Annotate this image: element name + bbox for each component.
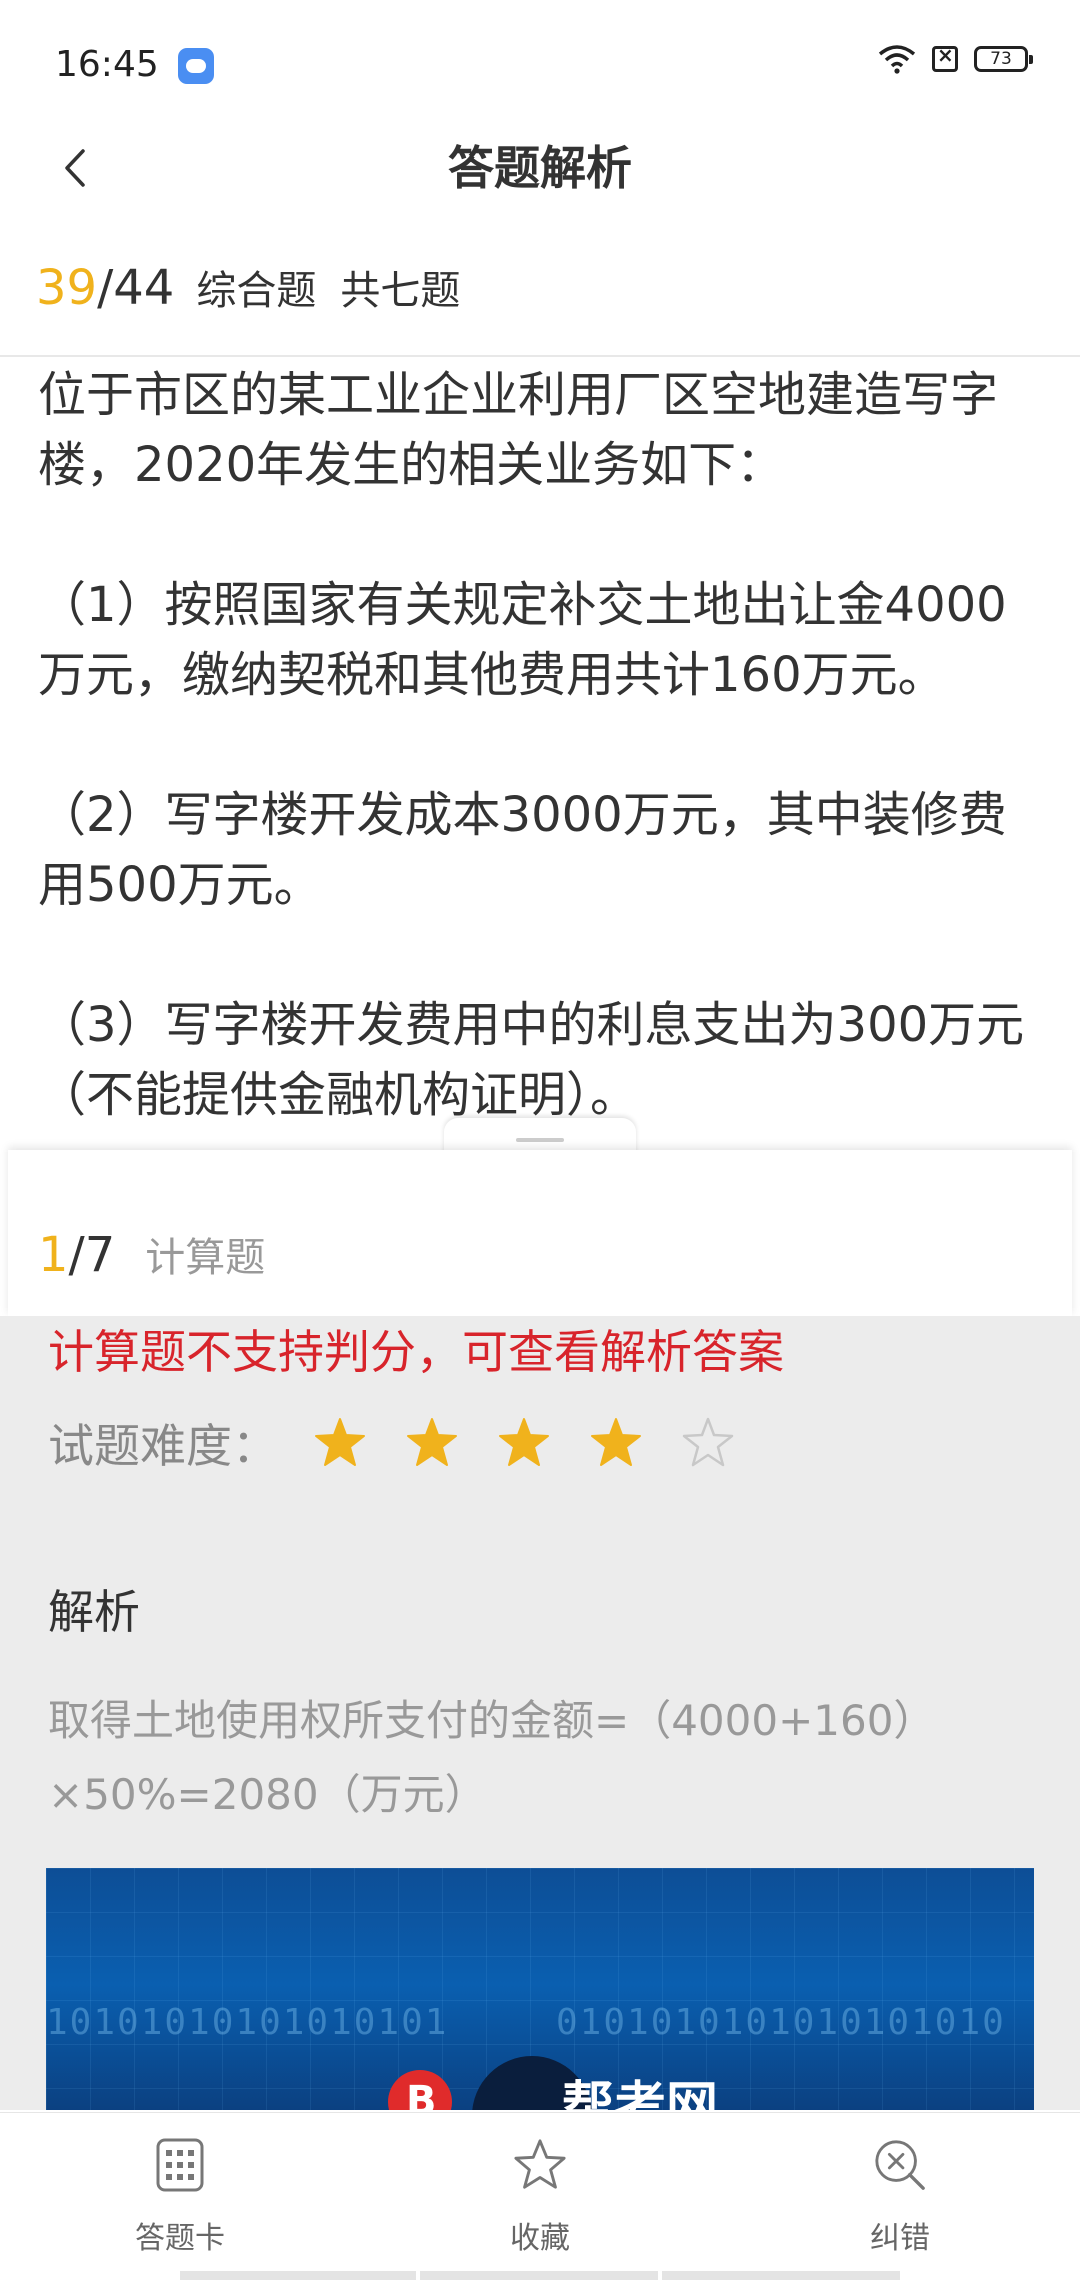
question-type: 综合题 [196,268,317,314]
difficulty-row: 试题难度： [48,1410,734,1476]
status-bar: 16:45 73 [0,0,1080,130]
promo-banner[interactable]: 10101010101010101 0101010101010101010 帮考… [46,1868,1034,2110]
sub-question-progress: 1 /7 计算题 [38,1225,265,1283]
analysis-text: 取得土地使用权所支付的金额=（4000+160）×50%=2080（万元） [48,1696,936,1819]
page-title: 答题解析 [448,141,632,195]
progress-total: /44 [97,260,175,316]
tab-label: 收藏 [510,2221,570,2256]
status-time: 16:45 [55,44,159,85]
sub-progress-total: /7 [68,1227,116,1283]
question-paragraph: （2）写字楼开发成本3000万元，其中装修费用500万元。 [38,787,1007,913]
message-app-icon [178,48,214,84]
difficulty-label: 试题难度： [48,1419,278,1473]
tab-favorite[interactable]: 收藏 [360,2113,720,2280]
home-indicator-left [180,2271,416,2280]
bottom-toolbar: 答题卡 收藏 纠错 [0,2112,1080,2280]
question-paragraph: （3）写字楼开发费用中的利息支出为300万元（不能提供金融机构证明）。 [38,997,1025,1123]
tab-label: 纠错 [870,2221,930,2256]
star-filled-icon [591,1418,641,1466]
star-empty-icon [682,1417,734,1467]
sub-question-header: 1 /7 计算题 [8,1150,1072,1316]
progress-current: 39 [36,260,98,316]
difficulty-stars [314,1417,734,1469]
wifi-icon [878,45,916,74]
banner-binary-right: 0101010101010101010 [556,2002,1006,2043]
question-count: 共七题 [340,268,461,314]
star-filled-icon [407,1418,457,1466]
banner-binary-left: 10101010101010101 [46,2002,449,2043]
sub-question-type: 计算题 [145,1235,266,1281]
no-score-notice: 计算题不支持判分，可查看解析答案 [48,1325,784,1379]
no-sim-icon [932,43,958,72]
tab-label: 答题卡 [135,2221,225,2256]
battery-icon: 73 [974,46,1033,72]
question-paragraph: （1）按照国家有关规定补交土地出让金4000万元，缴纳契税和其他费用共计160万… [38,577,1007,703]
home-indicator-center [420,2271,658,2280]
analysis-panel[interactable]: 计算题不支持判分，可查看解析答案 试题难度： 解析 取得土地使用权所支付的金额=… [0,1316,1080,2110]
nav-bar: 答题解析 [0,118,1080,218]
star-filled-icon [315,1418,365,1466]
banner-brand: 帮考网 [562,2077,719,2110]
home-indicator-right [662,2271,900,2280]
answer-card-icon [153,2137,207,2197]
tab-error-report[interactable]: 纠错 [720,2113,1080,2280]
error-report-icon [873,2137,927,2197]
status-indicators: 73 [878,43,1033,74]
sub-progress-current: 1 [38,1227,69,1283]
analysis-heading: 解析 [48,1585,140,1639]
divider [0,355,1080,357]
question-paragraph: 位于市区的某工业企业利用厂区空地建造写字楼，2020年发生的相关业务如下： [38,367,999,493]
question-stem[interactable]: 位于市区的某工业企业利用厂区空地建造写字楼，2020年发生的相关业务如下： （1… [38,360,1048,1150]
question-progress: 39 /44 综合题 共七题 [36,258,460,316]
tab-answer-card[interactable]: 答题卡 [0,2113,360,2280]
star-filled-icon [499,1418,549,1466]
star-icon [513,2137,567,2197]
